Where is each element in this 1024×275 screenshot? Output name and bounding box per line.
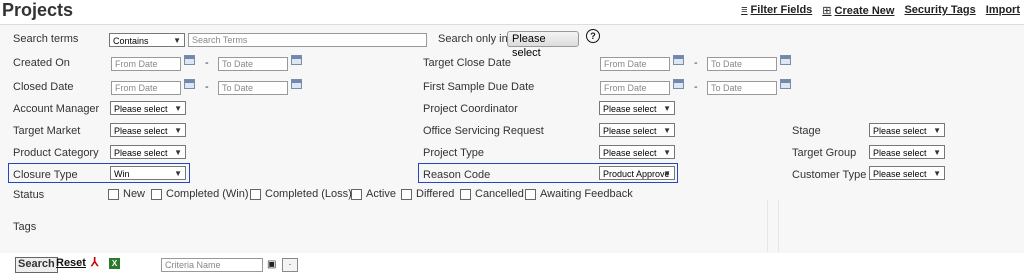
reason-code-select[interactable]: Product Approve ▼	[599, 166, 675, 180]
created-from-input[interactable]: From Date	[111, 57, 181, 71]
target-group-label: Target Group	[792, 147, 857, 159]
product-category-label: Product Category	[13, 147, 99, 159]
checkbox[interactable]	[525, 188, 536, 200]
status-checkbox-new[interactable]: New	[108, 188, 145, 200]
status-checkbox-differed[interactable]: Differed	[401, 188, 454, 200]
range-dash: -	[205, 57, 209, 69]
tags-label: Tags	[13, 221, 37, 233]
chevron-down-icon: ▼	[173, 36, 181, 45]
search-button[interactable]: Search	[15, 257, 58, 273]
product-category-select[interactable]: Please select ▼	[110, 145, 186, 159]
created-on-label: Created On	[13, 57, 70, 69]
status-checkbox-cancelled[interactable]: Cancelled	[460, 188, 524, 200]
top-links: ≡ Filter Fields ⊞ Create New Security Tags…	[741, 4, 1020, 17]
target-market-select[interactable]: Please select ▼	[110, 123, 186, 137]
chevron-down-icon: ▼	[174, 169, 182, 178]
chevron-down-icon: ▼	[663, 104, 671, 113]
first-sample-from-input[interactable]: From Date	[600, 81, 670, 95]
criteria-options-button[interactable]: ·	[282, 258, 298, 272]
chevron-down-icon: ▼	[663, 126, 671, 135]
checkbox[interactable]	[250, 188, 261, 200]
filter-fields-link[interactable]: ≡ Filter Fields	[741, 4, 812, 17]
chevron-down-icon: ▼	[174, 148, 182, 157]
closed-to-input[interactable]: To Date	[218, 81, 288, 95]
search-operator-select[interactable]: Contains ▼	[109, 33, 185, 47]
account-manager-select[interactable]: Please select ▼	[110, 101, 186, 115]
project-type-label: Project Type	[423, 147, 484, 159]
chevron-down-icon: ▼	[933, 169, 941, 178]
save-icon[interactable]: ▣	[267, 259, 276, 270]
range-dash: -	[205, 81, 209, 93]
create-new-link[interactable]: ⊞ Create New	[822, 4, 894, 17]
search-only-in-button[interactable]: Please select	[507, 31, 579, 59]
calendar-icon[interactable]	[291, 55, 302, 65]
project-coordinator-select[interactable]: Please select ▼	[599, 101, 675, 115]
account-manager-label: Account Manager	[13, 103, 100, 115]
status-checkbox-awaiting-feedback[interactable]: Awaiting Feedback	[525, 188, 633, 200]
chevron-down-icon: ▼	[933, 126, 941, 135]
project-type-select[interactable]: Please select ▼	[599, 145, 675, 159]
customer-type-label: Customer Type	[792, 169, 867, 181]
first-sample-to-input[interactable]: To Date	[707, 81, 777, 95]
calendar-icon[interactable]	[184, 79, 195, 89]
status-checkbox-completed-loss[interactable]: Completed (Loss)	[250, 188, 352, 200]
target-close-from-input[interactable]: From Date	[600, 57, 670, 71]
office-servicing-request-label: Office Servicing Request	[423, 125, 544, 137]
chevron-down-icon: ▼	[933, 148, 941, 157]
security-tags-link[interactable]: Security Tags	[904, 4, 975, 17]
calendar-icon[interactable]	[673, 79, 684, 89]
excel-icon[interactable]: X	[109, 258, 120, 269]
range-dash: -	[694, 81, 698, 93]
calendar-icon[interactable]	[780, 55, 791, 65]
target-group-select[interactable]: Please select ▼	[869, 145, 945, 159]
target-close-date-label: Target Close Date	[423, 57, 512, 69]
closed-date-label: Closed Date	[13, 81, 74, 93]
calendar-icon[interactable]	[673, 55, 684, 65]
stage-label: Stage	[792, 125, 821, 137]
import-link[interactable]: Import	[986, 4, 1020, 17]
target-close-to-input[interactable]: To Date	[707, 57, 777, 71]
chevron-down-icon: ▼	[663, 169, 671, 178]
checkbox[interactable]	[108, 188, 119, 200]
project-coordinator-label: Project Coordinator	[423, 103, 518, 115]
help-icon[interactable]: ?	[586, 29, 600, 43]
calendar-icon[interactable]	[780, 79, 791, 89]
page-title: Projects	[2, 0, 74, 20]
search-only-in-label: Search only in	[438, 33, 508, 45]
calendar-icon[interactable]	[184, 55, 195, 65]
closed-from-input[interactable]: From Date	[111, 81, 181, 95]
calendar-icon[interactable]	[291, 79, 302, 89]
status-checkbox-completed-win[interactable]: Completed (Win)	[151, 188, 249, 200]
first-sample-due-date-label: First Sample Due Date	[423, 81, 535, 93]
chevron-down-icon: ▼	[663, 148, 671, 157]
target-market-label: Target Market	[13, 125, 81, 137]
range-dash: -	[694, 57, 698, 69]
criteria-name-input[interactable]: Criteria Name	[161, 258, 263, 272]
checkbox[interactable]	[401, 188, 412, 200]
office-servicing-request-select[interactable]: Please select ▼	[599, 123, 675, 137]
checkbox[interactable]	[151, 188, 162, 200]
chevron-down-icon: ▼	[174, 104, 182, 113]
customer-type-select[interactable]: Please select ▼	[869, 166, 945, 180]
tags-divider	[767, 200, 779, 252]
closure-type-select[interactable]: Win ▼	[110, 166, 186, 180]
checkbox[interactable]	[351, 188, 362, 200]
reason-code-label: Reason Code	[423, 169, 491, 181]
stage-select[interactable]: Please select ▼	[869, 123, 945, 137]
status-label: Status	[13, 189, 45, 201]
filter-icon: ≡	[741, 4, 748, 16]
checkbox[interactable]	[460, 188, 471, 200]
plus-icon: ⊞	[822, 5, 832, 17]
search-terms-input[interactable]: Search Terms	[188, 33, 427, 47]
chevron-down-icon: ▼	[174, 126, 182, 135]
reset-link[interactable]: Reset	[56, 257, 86, 269]
pdf-icon[interactable]: ⅄	[91, 255, 98, 269]
status-checkbox-active[interactable]: Active	[351, 188, 396, 200]
search-terms-label: Search terms	[13, 33, 79, 45]
created-to-input[interactable]: To Date	[218, 57, 288, 71]
